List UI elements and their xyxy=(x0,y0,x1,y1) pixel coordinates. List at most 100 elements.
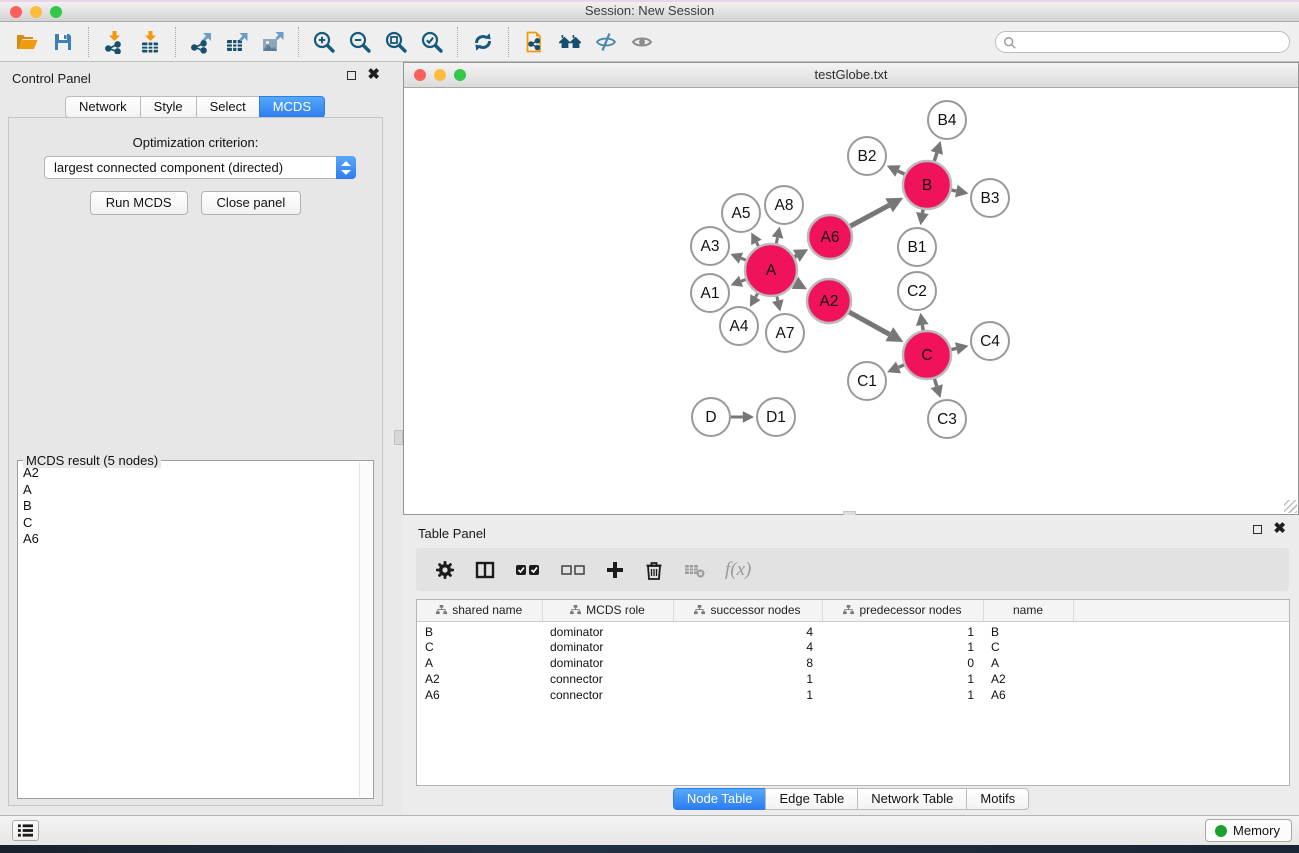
export-table-button[interactable] xyxy=(219,26,255,58)
vertical-splitter-handle[interactable] xyxy=(394,430,403,445)
table-cell[interactable]: C xyxy=(417,639,542,655)
export-network-button[interactable] xyxy=(183,26,219,58)
tab-node-table[interactable]: Node Table xyxy=(673,788,767,810)
table-cell[interactable]: 4 xyxy=(673,639,822,655)
edge-B-B4[interactable] xyxy=(934,153,937,161)
edge-C-C2[interactable] xyxy=(922,325,923,330)
result-scrollbar[interactable] xyxy=(359,462,372,797)
table-cell[interactable]: 0 xyxy=(822,655,983,671)
show-graphics-details-button[interactable] xyxy=(624,26,660,58)
refresh-view-button[interactable] xyxy=(465,26,501,58)
edge-C-C4[interactable] xyxy=(951,348,956,349)
add-column-button[interactable] xyxy=(604,559,626,581)
criterion-dropdown[interactable]: largest connected component (directed) xyxy=(44,156,356,179)
column-header[interactable]: shared name xyxy=(417,600,542,621)
window-resize-grip[interactable] xyxy=(1284,500,1297,513)
table-cell[interactable]: 1 xyxy=(673,687,822,703)
close-panel-button[interactable]: Close panel xyxy=(201,191,302,215)
import-network-button[interactable] xyxy=(96,26,132,58)
edge-B-B1[interactable] xyxy=(922,210,923,213)
hide-graphics-details-button[interactable] xyxy=(588,26,624,58)
table-cell[interactable]: 1 xyxy=(822,639,983,655)
edge-A-A1[interactable] xyxy=(741,280,746,282)
select-all-button[interactable] xyxy=(514,559,542,581)
run-mcds-button[interactable]: Run MCDS xyxy=(90,191,188,215)
tab-network-table[interactable]: Network Table xyxy=(857,788,967,810)
table-cell[interactable]: B xyxy=(417,621,542,639)
edge-A-A8[interactable] xyxy=(776,238,777,244)
column-header[interactable]: predecessor nodes xyxy=(822,600,983,621)
new-network-file-button[interactable] xyxy=(516,26,552,58)
float-table-panel-icon[interactable] xyxy=(1253,525,1262,534)
maximize-window-icon[interactable] xyxy=(50,6,62,18)
table-cell[interactable]: connector xyxy=(542,687,673,703)
result-item[interactable]: C xyxy=(23,515,355,532)
deselect-all-button[interactable] xyxy=(559,559,587,581)
split-view-button[interactable] xyxy=(473,559,497,581)
save-session-button[interactable] xyxy=(45,26,81,58)
table-cell[interactable]: A2 xyxy=(417,671,542,687)
result-item[interactable]: A2 xyxy=(23,465,355,482)
edge-C-C3[interactable] xyxy=(934,379,936,386)
table-cell[interactable]: 1 xyxy=(822,687,983,703)
tab-style[interactable]: Style xyxy=(140,96,197,118)
zoom-out-button[interactable] xyxy=(342,26,378,58)
network-minimize-icon[interactable] xyxy=(434,69,446,81)
network-maximize-icon[interactable] xyxy=(454,69,466,81)
table-cell[interactable]: 1 xyxy=(822,621,983,639)
edge-C-C1[interactable] xyxy=(899,365,904,367)
network-canvas[interactable]: B4B2BB3A8A5A6A3B1AA1C2A2A4A7C4CC1DD1C3 xyxy=(404,89,1298,514)
memory-button[interactable]: Memory xyxy=(1205,819,1292,842)
column-header[interactable]: successor nodes xyxy=(673,600,822,621)
table-cell[interactable]: B xyxy=(983,621,1073,639)
table-cell[interactable]: dominator xyxy=(542,621,673,639)
edge-A6-B[interactable] xyxy=(850,205,889,226)
open-file-button[interactable] xyxy=(9,26,45,58)
table-cell[interactable]: A6 xyxy=(417,687,542,703)
table-cell[interactable]: 1 xyxy=(673,671,822,687)
edge-B-B3[interactable] xyxy=(951,190,956,191)
export-image-button[interactable] xyxy=(255,26,291,58)
float-panel-icon[interactable] xyxy=(347,71,356,80)
table-cell[interactable]: connector xyxy=(542,671,673,687)
dropdown-stepper-icon[interactable] xyxy=(336,156,356,179)
import-table-button[interactable] xyxy=(132,26,168,58)
edge-A2-C[interactable] xyxy=(849,312,889,334)
edge-A-A6[interactable] xyxy=(795,256,797,257)
close-window-icon[interactable] xyxy=(10,6,22,18)
delete-column-button[interactable] xyxy=(643,559,665,581)
column-header[interactable]: name xyxy=(983,600,1073,621)
edge-B-B2[interactable] xyxy=(898,171,905,174)
table-cell[interactable]: 1 xyxy=(822,671,983,687)
search-input[interactable] xyxy=(1020,33,1280,51)
table-cell[interactable]: dominator xyxy=(542,655,673,671)
result-item[interactable]: B xyxy=(23,498,355,515)
table-cell[interactable]: 8 xyxy=(673,655,822,671)
tab-mcds[interactable]: MCDS xyxy=(259,96,325,118)
tab-motifs[interactable]: Motifs xyxy=(966,788,1029,810)
close-panel-icon[interactable]: ✖ xyxy=(367,69,380,81)
edge-A-A4[interactable] xyxy=(755,293,757,297)
edge-A-A7[interactable] xyxy=(777,296,778,300)
zoom-in-button[interactable] xyxy=(306,26,342,58)
table-cell[interactable]: A6 xyxy=(983,687,1073,703)
zoom-selected-button[interactable] xyxy=(414,26,450,58)
table-cell[interactable]: C xyxy=(983,639,1073,655)
table-cell[interactable]: 4 xyxy=(673,621,822,639)
minimize-window-icon[interactable] xyxy=(30,6,42,18)
table-cell[interactable]: A2 xyxy=(983,671,1073,687)
edge-A-A3[interactable] xyxy=(741,258,746,260)
tab-edge-table[interactable]: Edge Table xyxy=(765,788,858,810)
result-item[interactable]: A6 xyxy=(23,531,355,548)
result-item[interactable]: A xyxy=(23,482,355,499)
tab-network[interactable]: Network xyxy=(65,96,141,118)
network-window-titlebar[interactable]: testGlobe.txt xyxy=(404,63,1298,88)
table-settings-button[interactable] xyxy=(434,559,456,581)
table-cell[interactable]: A xyxy=(983,655,1073,671)
function-builder-button[interactable]: f(x) xyxy=(725,559,751,581)
column-header[interactable]: MCDS role xyxy=(542,600,673,621)
zoom-fit-button[interactable] xyxy=(378,26,414,58)
tab-select[interactable]: Select xyxy=(196,96,260,118)
table-cell[interactable]: dominator xyxy=(542,639,673,655)
table-cell[interactable]: A xyxy=(417,655,542,671)
